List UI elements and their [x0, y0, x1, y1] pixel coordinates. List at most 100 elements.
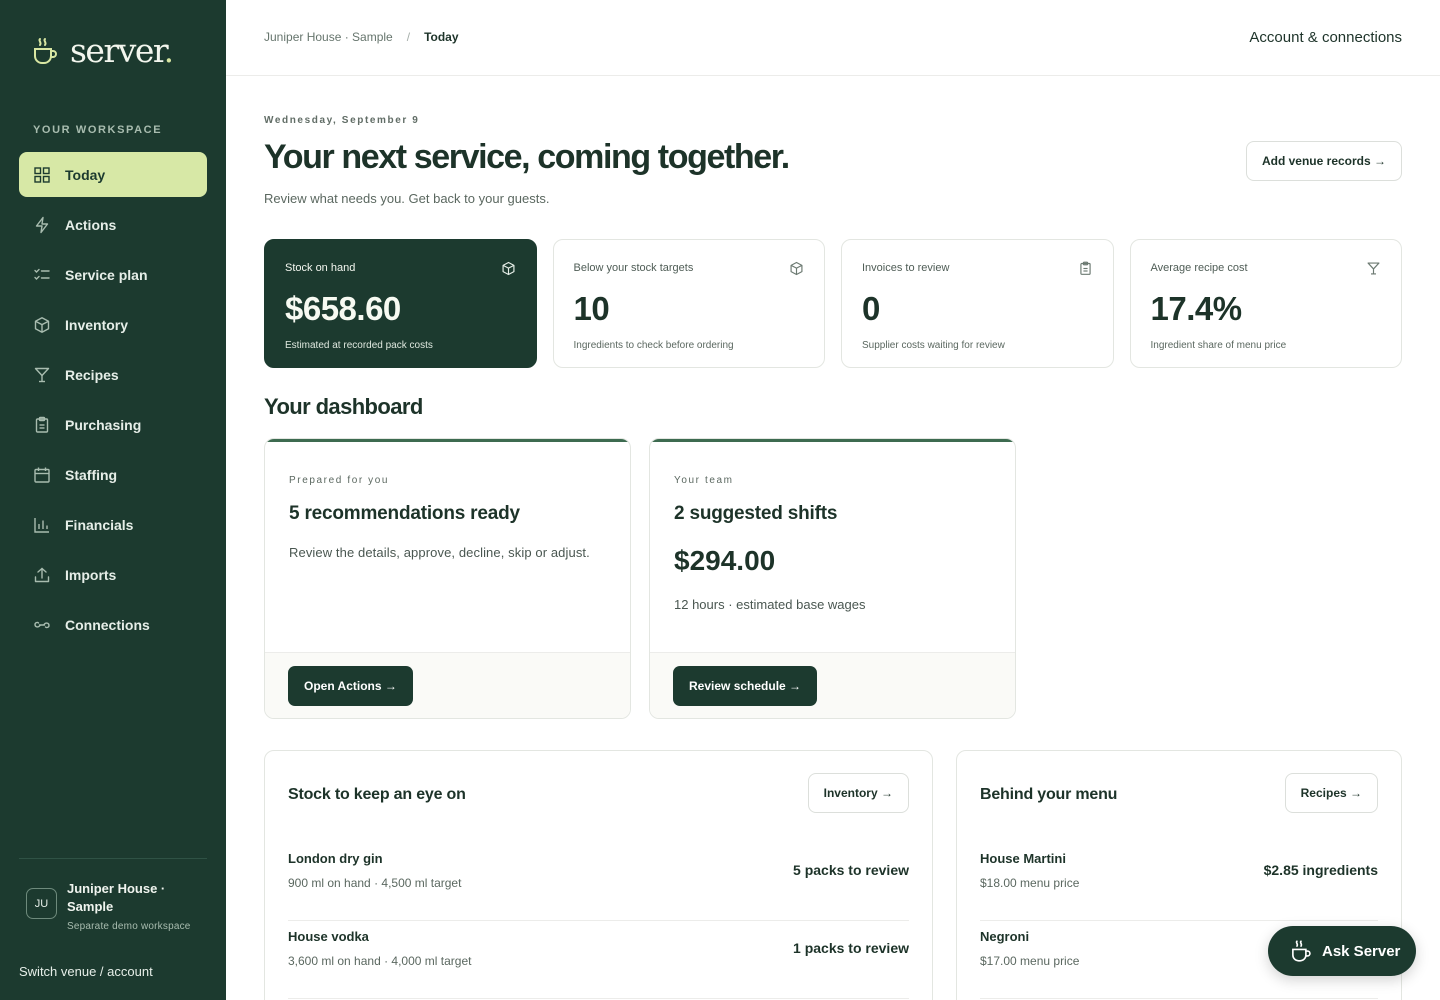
- team-shifts-card: Your team 2 suggested shifts $294.00 12 …: [649, 438, 1016, 719]
- clipboard-icon: [35, 416, 49, 433]
- sidebar-item-financials[interactable]: Financials: [19, 502, 207, 547]
- card-body: Review the details, approve, decline, sk…: [289, 545, 590, 560]
- account-card[interactable]: JU Juniper House · Sample Separate demo …: [26, 880, 211, 932]
- stat-label: Stock on hand: [285, 262, 356, 274]
- clipboard-icon: [1079, 261, 1091, 275]
- sidebar-item-label: Today: [65, 166, 106, 183]
- card-eyebrow: Prepared for you: [289, 475, 390, 486]
- account-name: Juniper House · Sample: [67, 881, 166, 914]
- switch-venue-link[interactable]: Switch venue / account: [19, 964, 153, 979]
- stat-note: Ingredients to check before ordering: [573, 340, 734, 351]
- card-body: 12 hours · estimated base wages: [674, 597, 866, 612]
- page-title: Your next service, coming together.: [264, 138, 790, 176]
- sidebar-item-label: Actions: [65, 216, 117, 233]
- list-item[interactable]: House vodka 3,600 ml on hand · 4,000 ml …: [288, 921, 909, 999]
- stat-note: Ingredient share of menu price: [1150, 340, 1287, 351]
- recipes-button[interactable]: Recipes →: [1284, 773, 1378, 813]
- checklist-icon: [34, 268, 50, 280]
- sidebar-item-label: Staffing: [65, 466, 118, 483]
- review-schedule-button[interactable]: Review schedule →: [673, 666, 818, 706]
- account-subtitle: Separate demo workspace: [67, 921, 191, 932]
- cocktail-icon: [1367, 262, 1380, 275]
- item-name: London dry gin: [288, 851, 383, 866]
- coffee-cup-icon: [34, 37, 57, 64]
- ask-server-button[interactable]: Ask Server: [1268, 926, 1416, 976]
- grid-icon: [34, 166, 50, 183]
- item-value: 1 packs to review: [793, 940, 909, 956]
- brand-logo[interactable]: server.: [32, 31, 174, 70]
- item-detail: $18.00 menu price: [980, 876, 1080, 890]
- coffee-cup-icon: [1292, 940, 1311, 962]
- item-detail: 3,600 ml on hand · 4,000 ml target: [288, 954, 472, 968]
- card-eyebrow: Your team: [674, 475, 734, 486]
- sidebar-item-inventory[interactable]: Inventory: [19, 302, 207, 347]
- stock-watch-panel: Stock to keep an eye on Inventory → Lond…: [264, 750, 933, 1000]
- stat-label: Invoices to review: [862, 262, 950, 274]
- sidebar-item-label: Recipes: [65, 366, 119, 383]
- account-connections-link[interactable]: Account & connections: [1249, 29, 1402, 46]
- sidebar-nav: Today Actions Service plan Inventory Rec…: [19, 152, 207, 652]
- inventory-button[interactable]: Inventory →: [807, 773, 909, 813]
- card-footer: Open Actions →: [265, 652, 630, 718]
- stat-value: $658.60: [285, 290, 401, 327]
- open-actions-button[interactable]: Open Actions →: [288, 666, 413, 706]
- panel-title: Behind your menu: [980, 786, 1118, 803]
- item-detail: $17.00 menu price: [980, 954, 1080, 968]
- list-item[interactable]: House Martini $18.00 menu price $2.85 in…: [980, 843, 1378, 921]
- stat-card-invoices[interactable]: Invoices to review 0 Supplier costs wait…: [841, 239, 1114, 368]
- date-label: Wednesday, September 9: [264, 115, 420, 126]
- card-accent-line: [650, 439, 1015, 442]
- sidebar-item-staffing[interactable]: Staffing: [19, 452, 207, 497]
- item-detail: 900 ml on hand · 4,500 ml target: [288, 876, 462, 890]
- bolt-icon: [35, 216, 49, 233]
- brand-name: server.: [70, 31, 174, 70]
- sidebar-item-service-plan[interactable]: Service plan: [19, 252, 207, 297]
- recommendations-card: Prepared for you 5 recommendations ready…: [264, 438, 631, 719]
- card-accent-line: [265, 439, 630, 442]
- breadcrumb-separator: /: [406, 30, 411, 44]
- card-title: 5 recommendations ready: [289, 503, 520, 524]
- breadcrumb-current: Today: [424, 30, 459, 44]
- item-value: 5 packs to review: [793, 862, 909, 878]
- item-name: Negroni: [980, 929, 1030, 944]
- sidebar-item-label: Connections: [65, 616, 150, 633]
- stat-card-stock-on-hand[interactable]: Stock on hand $658.60 Estimated at recor…: [264, 239, 537, 368]
- cocktail-icon: [34, 367, 50, 382]
- breadcrumb-parent[interactable]: Juniper House · Sample: [264, 30, 393, 44]
- card-title: 2 suggested shifts: [674, 503, 838, 524]
- sidebar-item-connections[interactable]: Connections: [19, 602, 207, 647]
- workspace-section-label: YOUR WORKSPACE: [33, 124, 163, 136]
- box-icon: [34, 316, 50, 333]
- list-item[interactable]: London dry gin 900 ml on hand · 4,500 ml…: [288, 843, 909, 921]
- stat-value: 17.4%: [1150, 290, 1243, 327]
- sidebar-item-actions[interactable]: Actions: [19, 202, 207, 247]
- dashboard-title: Your dashboard: [264, 394, 423, 419]
- sidebar-divider: [19, 858, 207, 859]
- stats-row: Stock on hand $658.60 Estimated at recor…: [264, 239, 1402, 368]
- top-bar: Juniper House · Sample / Today Account &…: [226, 0, 1440, 76]
- panel-title: Stock to keep an eye on: [288, 786, 466, 803]
- stat-note: Estimated at recorded pack costs: [285, 340, 433, 351]
- link-icon: [34, 621, 50, 628]
- sidebar-item-label: Inventory: [65, 316, 129, 333]
- sidebar-item-today[interactable]: Today: [19, 152, 207, 197]
- stat-label: Below your stock targets: [573, 262, 694, 274]
- sidebar-item-recipes[interactable]: Recipes: [19, 352, 207, 397]
- item-name: House Martini: [980, 851, 1066, 866]
- stat-value: 0: [862, 290, 880, 327]
- sidebar: server. YOUR WORKSPACE Today Actions Ser…: [0, 0, 226, 1000]
- page-subtitle: Review what needs you. Get back to your …: [264, 191, 550, 206]
- sidebar-item-purchasing[interactable]: Purchasing: [19, 402, 207, 447]
- sidebar-item-imports[interactable]: Imports: [19, 552, 207, 597]
- sidebar-item-label: Service plan: [65, 266, 148, 283]
- estimated-wages-amount: $294.00: [674, 545, 776, 576]
- box-icon: [502, 261, 514, 276]
- add-venue-records-button[interactable]: Add venue records →: [1245, 141, 1402, 181]
- avatar: JU: [26, 888, 57, 919]
- box-icon: [790, 261, 803, 276]
- stat-value: 10: [573, 290, 610, 327]
- item-value: $2.85 ingredients: [1263, 862, 1378, 878]
- stat-card-below-targets[interactable]: Below your stock targets 10 Ingredients …: [552, 239, 825, 368]
- stat-note: Supplier costs waiting for review: [862, 340, 1005, 351]
- stat-card-recipe-cost[interactable]: Average recipe cost 17.4% Ingredient sha…: [1129, 239, 1402, 368]
